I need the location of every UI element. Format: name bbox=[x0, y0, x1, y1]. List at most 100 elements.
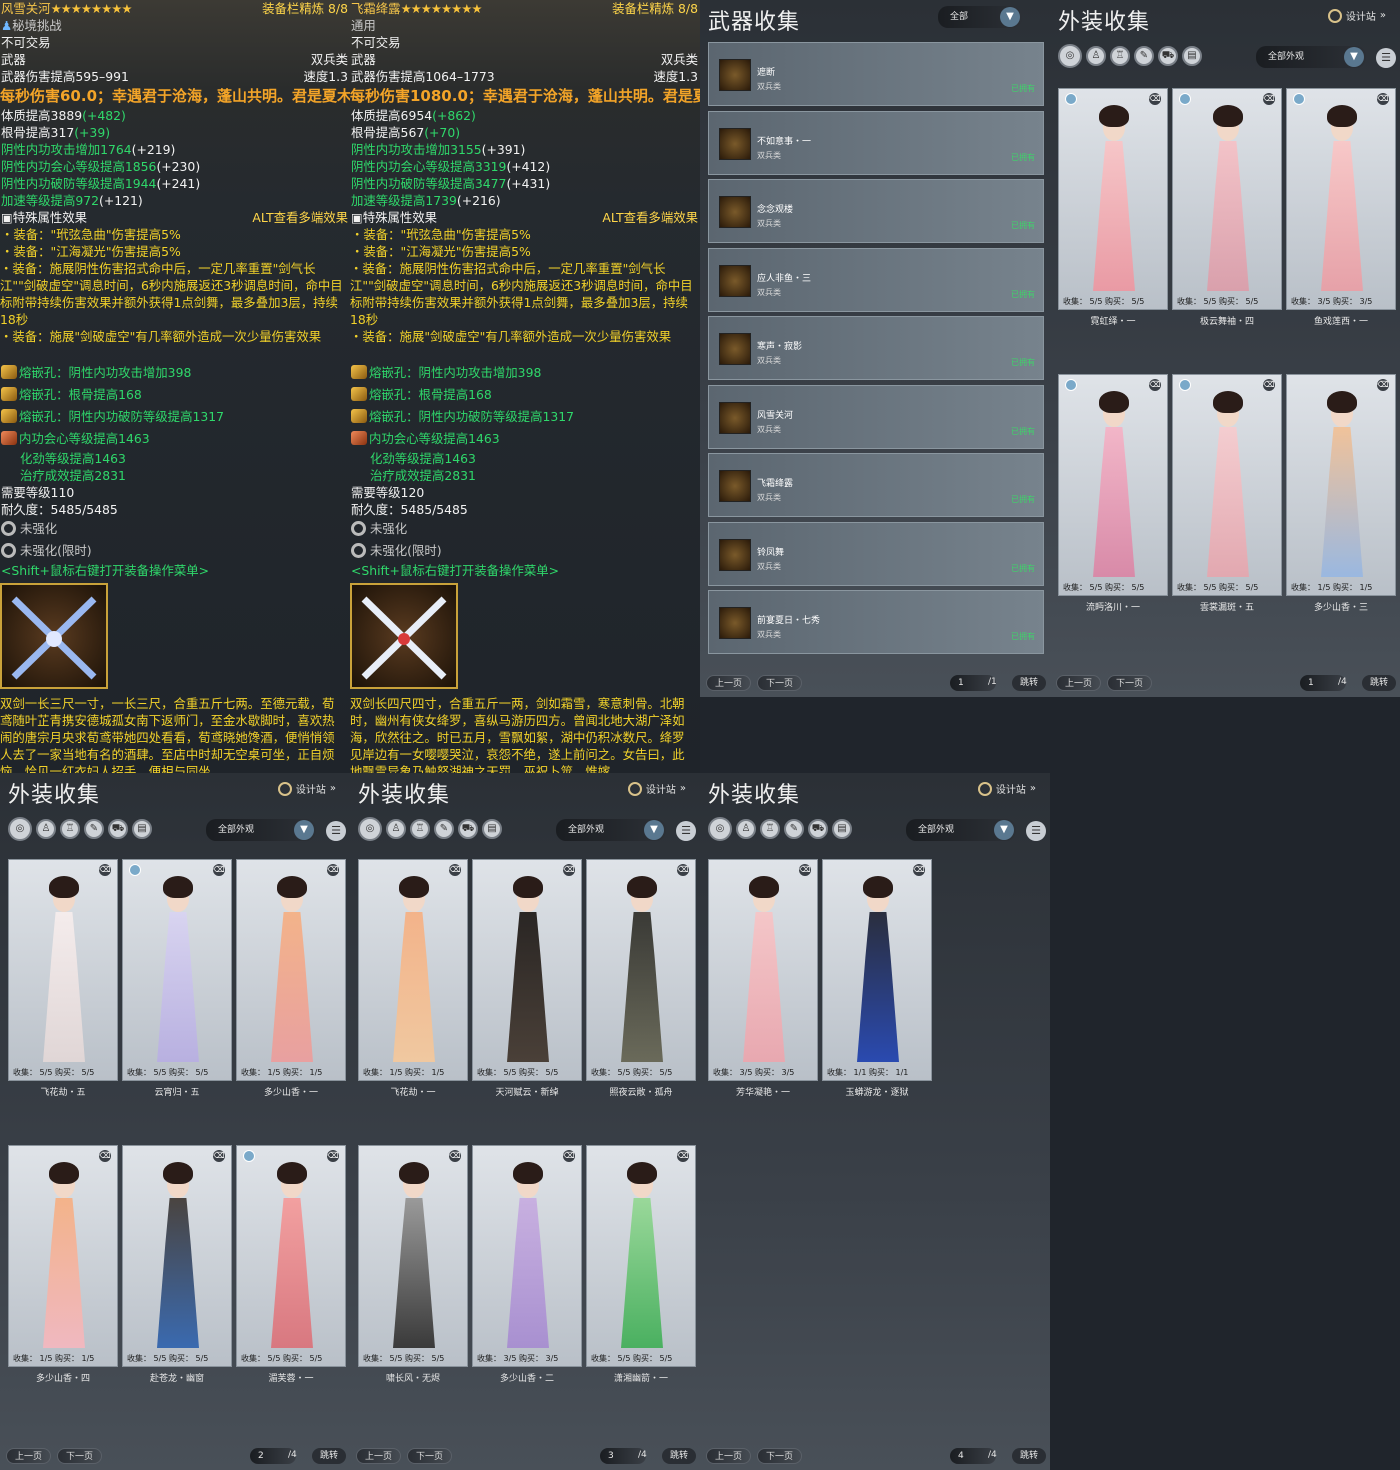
cup-icon[interactable]: ♖ bbox=[410, 819, 430, 839]
outfit-card[interactable]: ⌫ 收集： 1/1 购买： 1/1 bbox=[822, 859, 932, 1081]
cup-icon[interactable]: ♖ bbox=[60, 819, 80, 839]
outfit-card[interactable]: ⌫ 收集： 5/5 购买： 5/5 bbox=[1172, 374, 1282, 596]
chevron-down-icon[interactable]: ▼ bbox=[644, 820, 664, 840]
cart-icon[interactable]: ⛟ bbox=[458, 819, 478, 839]
all-category-icon[interactable]: ◎ bbox=[1058, 44, 1082, 68]
outfit-card[interactable]: ⌫ 收集： 3/5 购买： 3/5 bbox=[1286, 88, 1396, 310]
feather-icon[interactable]: ✎ bbox=[784, 819, 804, 839]
jump-button[interactable]: 跳转 bbox=[312, 1448, 346, 1464]
jump-button[interactable]: 跳转 bbox=[1012, 1448, 1046, 1464]
trash-icon[interactable]: ⌫ bbox=[99, 1150, 111, 1162]
jump-button[interactable]: 跳转 bbox=[1362, 675, 1396, 691]
list-menu-icon[interactable]: ☰ bbox=[1376, 48, 1396, 68]
trash-icon[interactable]: ⌫ bbox=[327, 864, 339, 876]
scroll-icon[interactable]: ▤ bbox=[132, 819, 152, 839]
weapon-list-item[interactable]: 遮断 双兵类 已拥有 bbox=[708, 42, 1044, 106]
design-station-link[interactable]: 设计站» bbox=[627, 781, 686, 796]
clothing-icon[interactable]: ♙ bbox=[386, 819, 406, 839]
next-page-button[interactable]: 下一页 bbox=[757, 675, 803, 691]
design-station-link[interactable]: 设计站» bbox=[977, 781, 1036, 796]
all-category-icon[interactable]: ◎ bbox=[708, 817, 732, 841]
list-menu-icon[interactable]: ☰ bbox=[326, 821, 346, 841]
scroll-icon[interactable]: ▤ bbox=[832, 819, 852, 839]
design-station-link[interactable]: 设计站» bbox=[277, 781, 336, 796]
weapon-list-item[interactable]: 不如意事・一 双兵类 已拥有 bbox=[708, 110, 1044, 175]
trash-icon[interactable]: ⌫ bbox=[449, 1150, 461, 1162]
outfit-card[interactable]: ⌫ 收集： 5/5 购买： 5/5 bbox=[586, 859, 696, 1081]
trash-icon[interactable]: ⌫ bbox=[913, 864, 925, 876]
weapon-filter-select[interactable]: 全部 ▼ bbox=[938, 6, 1022, 28]
weapon-list-item[interactable]: 前宴夏日・七秀 双兵类 已拥有 bbox=[708, 590, 1044, 654]
outfit-card[interactable]: ⌫ 收集： 5/5 购买： 5/5 bbox=[122, 1145, 232, 1367]
cart-icon[interactable]: ⛟ bbox=[1158, 46, 1178, 66]
clothing-icon[interactable]: ♙ bbox=[36, 819, 56, 839]
cup-icon[interactable]: ♖ bbox=[760, 819, 780, 839]
outfit-card[interactable]: ⌫ 收集： 5/5 购买： 5/5 bbox=[1058, 88, 1168, 310]
jump-button[interactable]: 跳转 bbox=[662, 1448, 696, 1464]
outfit-filter-select[interactable]: 全部外观 ▼ bbox=[906, 819, 1016, 841]
trash-icon[interactable]: ⌫ bbox=[99, 864, 111, 876]
trash-icon[interactable]: ⌫ bbox=[563, 864, 575, 876]
weapon-list-item[interactable]: 飞霜绛露 双兵类 已拥有 bbox=[708, 453, 1044, 517]
outfit-card[interactable]: ⌫ 收集： 5/5 购买： 5/5 bbox=[8, 859, 118, 1081]
outfit-card[interactable]: ⌫ 收集： 5/5 购买： 5/5 bbox=[1172, 88, 1282, 310]
scroll-icon[interactable]: ▤ bbox=[1182, 46, 1202, 66]
list-menu-icon[interactable]: ☰ bbox=[1026, 821, 1046, 841]
trash-icon[interactable]: ⌫ bbox=[1263, 379, 1275, 391]
prev-page-button[interactable]: 上一页 bbox=[1056, 675, 1102, 691]
outfit-card[interactable]: ⌫ 收集： 5/5 购买： 5/5 bbox=[586, 1145, 696, 1367]
weapon-list-item[interactable]: 风雪关河 双兵类 已拥有 bbox=[708, 384, 1044, 449]
next-page-button[interactable]: 下一页 bbox=[757, 1448, 803, 1464]
feather-icon[interactable]: ✎ bbox=[434, 819, 454, 839]
outfit-card[interactable]: ⌫ 收集： 1/5 购买： 1/5 bbox=[8, 1145, 118, 1367]
outfit-card[interactable]: ⌫ 收集： 5/5 购买： 5/5 bbox=[236, 1145, 346, 1367]
feather-icon[interactable]: ✎ bbox=[84, 819, 104, 839]
chevron-down-icon[interactable]: ▼ bbox=[1000, 7, 1020, 27]
trash-icon[interactable]: ⌫ bbox=[213, 864, 225, 876]
weapon-list-item[interactable]: 铃凤舞 双兵类 已拥有 bbox=[708, 521, 1044, 586]
next-page-button[interactable]: 下一页 bbox=[407, 1448, 453, 1464]
outfit-card[interactable]: ⌫ 收集： 5/5 购买： 5/5 bbox=[122, 859, 232, 1081]
outfit-filter-select[interactable]: 全部外观 ▼ bbox=[556, 819, 666, 841]
next-page-button[interactable]: 下一页 bbox=[1107, 675, 1153, 691]
outfit-card[interactable]: ⌫ 收集： 5/5 购买： 5/5 bbox=[472, 859, 582, 1081]
trash-icon[interactable]: ⌫ bbox=[1149, 93, 1161, 105]
outfit-card[interactable]: ⌫ 收集： 1/5 购买： 1/5 bbox=[236, 859, 346, 1081]
clothing-icon[interactable]: ♙ bbox=[736, 819, 756, 839]
cart-icon[interactable]: ⛟ bbox=[808, 819, 828, 839]
trash-icon[interactable]: ⌫ bbox=[677, 1150, 689, 1162]
trash-icon[interactable]: ⌫ bbox=[1377, 93, 1389, 105]
jump-button[interactable]: 跳转 bbox=[1012, 675, 1046, 691]
trash-icon[interactable]: ⌫ bbox=[213, 1150, 225, 1162]
trash-icon[interactable]: ⌫ bbox=[327, 1150, 339, 1162]
trash-icon[interactable]: ⌫ bbox=[677, 864, 689, 876]
next-page-button[interactable]: 下一页 bbox=[57, 1448, 103, 1464]
chevron-down-icon[interactable]: ▼ bbox=[1344, 47, 1364, 67]
outfit-card[interactable]: ⌫ 收集： 5/5 购买： 5/5 bbox=[358, 1145, 468, 1367]
trash-icon[interactable]: ⌫ bbox=[1149, 379, 1161, 391]
outfit-filter-select[interactable]: 全部外观 ▼ bbox=[1256, 46, 1366, 68]
scroll-icon[interactable]: ▤ bbox=[482, 819, 502, 839]
weapon-list-item[interactable]: 应人非鱼・三 双兵类 已拥有 bbox=[708, 247, 1044, 312]
trash-icon[interactable]: ⌫ bbox=[1263, 93, 1275, 105]
design-station-link[interactable]: 设计站» bbox=[1327, 8, 1386, 23]
prev-page-button[interactable]: 上一页 bbox=[356, 1448, 402, 1464]
cart-icon[interactable]: ⛟ bbox=[108, 819, 128, 839]
prev-page-button[interactable]: 上一页 bbox=[6, 1448, 52, 1464]
weapon-list-item[interactable]: 念念观楼 双兵类 已拥有 bbox=[708, 179, 1044, 243]
trash-icon[interactable]: ⌫ bbox=[799, 864, 811, 876]
feather-icon[interactable]: ✎ bbox=[1134, 46, 1154, 66]
trash-icon[interactable]: ⌫ bbox=[563, 1150, 575, 1162]
trash-icon[interactable]: ⌫ bbox=[1377, 379, 1389, 391]
outfit-card[interactable]: ⌫ 收集： 1/5 购买： 1/5 bbox=[1286, 374, 1396, 596]
prev-page-button[interactable]: 上一页 bbox=[706, 675, 752, 691]
outfit-filter-select[interactable]: 全部外观 ▼ bbox=[206, 819, 316, 841]
weapon-list-item[interactable]: 寒声・寂影 双兵类 已拥有 bbox=[708, 316, 1044, 380]
chevron-down-icon[interactable]: ▼ bbox=[294, 820, 314, 840]
trash-icon[interactable]: ⌫ bbox=[449, 864, 461, 876]
clothing-icon[interactable]: ♙ bbox=[1086, 46, 1106, 66]
outfit-card[interactable]: ⌫ 收集： 3/5 购买： 3/5 bbox=[472, 1145, 582, 1367]
cup-icon[interactable]: ♖ bbox=[1110, 46, 1130, 66]
list-menu-icon[interactable]: ☰ bbox=[676, 821, 696, 841]
chevron-down-icon[interactable]: ▼ bbox=[994, 820, 1014, 840]
